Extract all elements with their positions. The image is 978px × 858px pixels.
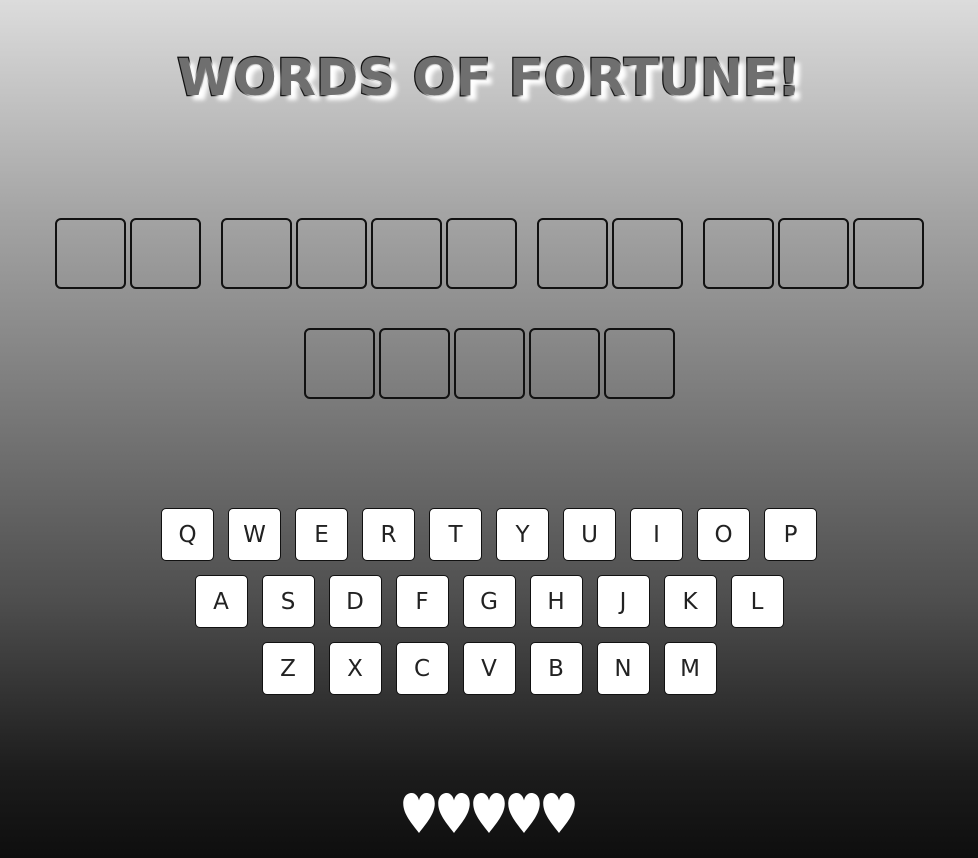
heart-icon — [438, 793, 470, 833]
key-g[interactable]: G — [462, 575, 516, 628]
letter-tile — [702, 218, 774, 289]
key-n[interactable]: N — [596, 642, 650, 695]
puzzle-word — [535, 218, 685, 289]
heart-icon — [508, 793, 540, 833]
letter-tile — [445, 218, 517, 289]
puzzle-word — [302, 328, 677, 399]
letter-tile — [611, 218, 683, 289]
key-z[interactable]: Z — [261, 642, 315, 695]
letter-tile — [777, 218, 849, 289]
key-i[interactable]: I — [630, 508, 683, 561]
puzzle-line — [0, 218, 978, 289]
key-a[interactable]: A — [194, 575, 248, 628]
key-b[interactable]: B — [529, 642, 583, 695]
letter-tile — [303, 328, 375, 399]
letter-tile — [528, 328, 600, 399]
key-d[interactable]: D — [328, 575, 382, 628]
key-h[interactable]: H — [529, 575, 583, 628]
key-t[interactable]: T — [429, 508, 482, 561]
keyboard-row: QWERTYUIOP — [0, 508, 978, 561]
key-f[interactable]: F — [395, 575, 449, 628]
key-r[interactable]: R — [362, 508, 415, 561]
key-k[interactable]: K — [663, 575, 717, 628]
letter-tile — [603, 328, 675, 399]
key-y[interactable]: Y — [496, 508, 549, 561]
puzzle-line — [0, 328, 978, 399]
puzzle-word — [53, 218, 203, 289]
letter-tile — [536, 218, 608, 289]
puzzle-word — [701, 218, 926, 289]
letter-tile — [220, 218, 292, 289]
key-s[interactable]: S — [261, 575, 315, 628]
puzzle-word — [219, 218, 519, 289]
keyboard-row: ASDFGHJKL — [0, 575, 978, 628]
key-v[interactable]: V — [462, 642, 516, 695]
letter-tile — [378, 328, 450, 399]
heart-icon — [473, 793, 505, 833]
heart-icon — [403, 793, 435, 833]
heart-icon — [543, 793, 575, 833]
key-x[interactable]: X — [328, 642, 382, 695]
key-e[interactable]: E — [295, 508, 348, 561]
key-u[interactable]: U — [563, 508, 616, 561]
key-c[interactable]: C — [395, 642, 449, 695]
key-m[interactable]: M — [663, 642, 717, 695]
lives-indicator — [0, 792, 978, 834]
key-w[interactable]: W — [228, 508, 281, 561]
letter-tile — [129, 218, 201, 289]
keyboard-row: ZXCVBNM — [0, 642, 978, 695]
key-o[interactable]: O — [697, 508, 750, 561]
letter-tile — [852, 218, 924, 289]
key-q[interactable]: Q — [161, 508, 214, 561]
letter-tile — [453, 328, 525, 399]
key-j[interactable]: J — [596, 575, 650, 628]
key-p[interactable]: P — [764, 508, 817, 561]
letter-tile — [370, 218, 442, 289]
key-l[interactable]: L — [730, 575, 784, 628]
game-title: WORDS OF FORTUNE! — [176, 48, 802, 110]
letter-tile — [54, 218, 126, 289]
letter-tile — [295, 218, 367, 289]
